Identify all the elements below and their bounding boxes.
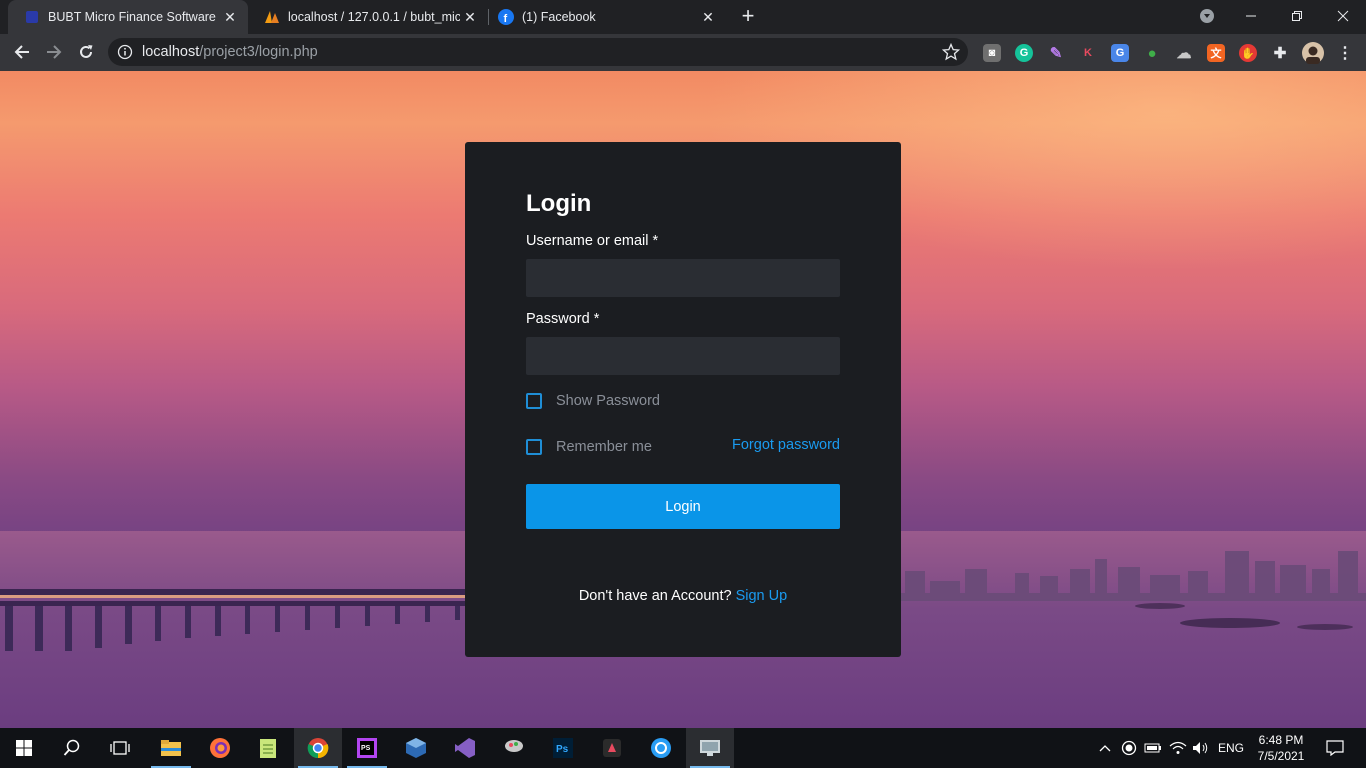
search-icon[interactable] <box>48 728 96 768</box>
google-translate-extension-icon[interactable]: G <box>1111 44 1129 62</box>
checkbox-box[interactable] <box>526 439 542 455</box>
tab-close-icon[interactable]: ✕ <box>460 9 480 26</box>
k-extension-icon[interactable]: K <box>1079 44 1097 62</box>
signup-prompt: Don't have an Account? Sign Up <box>465 588 901 604</box>
visual-studio-icon[interactable] <box>441 728 489 768</box>
forward-arrow-icon[interactable] <box>40 38 68 66</box>
tab-facebook[interactable]: f (1) Facebook ✕ <box>482 0 726 34</box>
browser-toolbar: localhost/project3/login.php ◙ G ✎ K G ●… <box>0 34 1366 71</box>
signup-prompt-text: Don't have an Account? <box>578 588 732 604</box>
facebook-favicon-icon: f <box>498 9 514 25</box>
firefox-icon[interactable] <box>196 728 244 768</box>
phpmyadmin-favicon-icon <box>264 9 280 25</box>
virtualbox-icon[interactable] <box>392 728 440 768</box>
feather-extension-icon[interactable]: ✎ <box>1047 44 1065 62</box>
login-heading: Login <box>526 190 592 217</box>
restore-icon[interactable] <box>1274 0 1320 32</box>
svg-text:f: f <box>504 13 508 25</box>
record-icon[interactable] <box>1119 728 1139 768</box>
tab-phpmyadmin[interactable]: localhost / 127.0.0.1 / bubt_micro ✕ <box>248 0 488 34</box>
remote-desktop-icon[interactable] <box>686 728 734 768</box>
sync-app-icon[interactable] <box>637 728 685 768</box>
address-bar[interactable]: localhost/project3/login.php <box>108 38 968 66</box>
show-hidden-icons-chevron-icon[interactable] <box>1096 728 1114 768</box>
profile-avatar[interactable] <box>1302 42 1324 64</box>
wifi-icon[interactable] <box>1167 728 1189 768</box>
login-card: Login Username or email * Password * Sho… <box>465 142 901 657</box>
remember-me-checkbox[interactable]: Remember me <box>526 439 652 455</box>
language-indicator[interactable]: ENG <box>1216 728 1246 768</box>
browser-tab-strip: BUBT Micro Finance Software ✕ localhost … <box>0 0 1366 34</box>
cloud-extension-icon[interactable]: ☁ <box>1175 44 1193 62</box>
login-button[interactable]: Login <box>526 484 840 529</box>
tab-title: localhost / 127.0.0.1 / bubt_micro <box>288 10 460 24</box>
url-text: localhost/project3/login.php <box>142 44 318 60</box>
bubt-favicon-icon <box>24 9 40 25</box>
remember-me-label: Remember me <box>556 439 652 455</box>
notepad-plus-plus-icon[interactable] <box>244 728 292 768</box>
svg-text:Ps: Ps <box>556 744 569 755</box>
username-input[interactable] <box>526 259 840 297</box>
extensions-puzzle-icon[interactable]: ✚ <box>1271 44 1289 62</box>
grammarly-extension-icon[interactable]: G <box>1015 44 1033 62</box>
windows-taskbar: PS Ps ENG 6:48 PM 7/5/2021 <box>0 728 1366 768</box>
tab-title: BUBT Micro Finance Software <box>48 10 216 24</box>
bookmark-star-icon[interactable] <box>941 42 961 66</box>
login-page-background: Login Username or email * Password * Sho… <box>0 71 1366 728</box>
new-tab-plus-icon[interactable]: + <box>737 5 759 29</box>
sign-up-link[interactable]: Sign Up <box>736 588 788 604</box>
battery-icon[interactable] <box>1143 728 1163 768</box>
windows-start-icon[interactable] <box>0 728 48 768</box>
reload-icon[interactable] <box>72 38 100 66</box>
camera-extension-icon[interactable]: ◙ <box>983 44 1001 62</box>
password-input[interactable] <box>526 337 840 375</box>
volume-icon[interactable] <box>1190 728 1212 768</box>
tab-search-icon[interactable] <box>1184 0 1230 32</box>
clock-date: 7/5/2021 <box>1257 749 1305 763</box>
back-arrow-icon[interactable] <box>8 38 36 66</box>
tab-title: (1) Facebook <box>522 10 596 24</box>
globe-extension-icon[interactable]: ● <box>1143 44 1161 62</box>
photoshop-icon[interactable]: Ps <box>539 728 587 768</box>
translate-extension-icon[interactable]: 文 <box>1207 44 1225 62</box>
hand-extension-icon[interactable]: ✋ <box>1239 44 1257 62</box>
url-host: localhost <box>142 44 200 60</box>
url-path: /project3/login.php <box>199 44 318 60</box>
tab-bubt-micro-finance[interactable]: BUBT Micro Finance Software ✕ <box>8 0 248 34</box>
system-clock[interactable]: 6:48 PM 7/5/2021 <box>1252 732 1310 764</box>
browser-menu-icon[interactable]: ⋮ <box>1336 44 1354 62</box>
tab-close-icon[interactable]: ✕ <box>220 9 240 26</box>
show-password-checkbox[interactable]: Show Password <box>526 393 660 409</box>
task-view-icon[interactable] <box>96 728 144 768</box>
window-close-icon[interactable] <box>1320 0 1366 32</box>
password-label: Password * <box>526 311 600 327</box>
username-label: Username or email * <box>526 233 659 249</box>
checkbox-box[interactable] <box>526 393 542 409</box>
svg-text:PS: PS <box>361 745 371 752</box>
brush-app-icon[interactable] <box>490 728 538 768</box>
phpstorm-icon[interactable]: PS <box>343 728 391 768</box>
chrome-icon[interactable] <box>294 728 342 768</box>
file-explorer-icon[interactable] <box>147 728 195 768</box>
clock-time: 6:48 PM <box>1258 733 1304 747</box>
minimize-icon[interactable] <box>1228 0 1274 32</box>
site-info-icon[interactable] <box>108 44 142 60</box>
notifications-icon[interactable] <box>1318 728 1352 768</box>
show-password-label: Show Password <box>556 393 660 409</box>
tab-close-icon[interactable]: ✕ <box>698 9 718 26</box>
forgot-password-link[interactable]: Forgot password <box>732 437 840 453</box>
app-icon[interactable] <box>588 728 636 768</box>
